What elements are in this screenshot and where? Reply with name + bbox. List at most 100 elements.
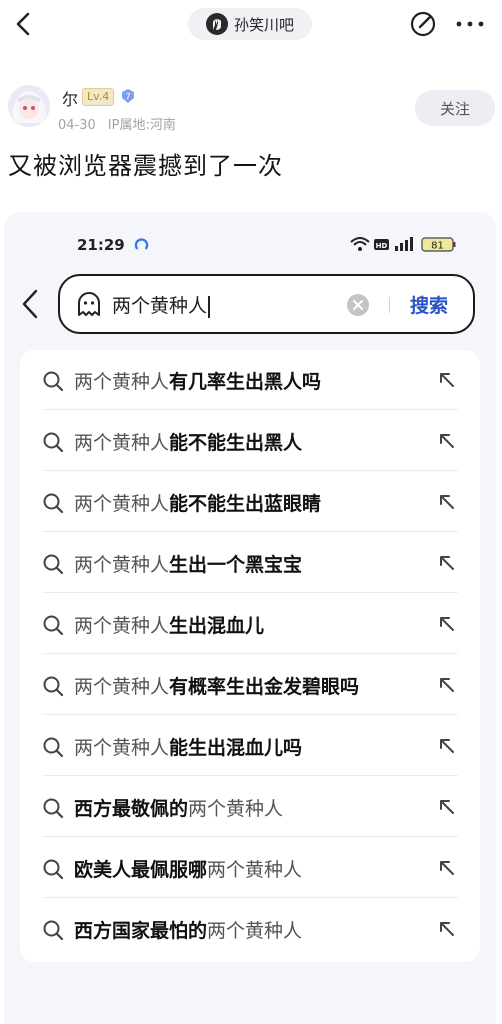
suggestion-completion: 西方最敬佩的 bbox=[74, 798, 189, 820]
fill-query-arrow-icon[interactable] bbox=[438, 920, 456, 938]
suggestion-query-part: 两个黄种人 bbox=[207, 859, 303, 881]
forum-name: 孙笑川吧 bbox=[233, 15, 294, 34]
row-divider bbox=[42, 653, 458, 654]
suggestion-item[interactable]: 两个黄种人有概率生出金发碧眼吗 bbox=[42, 655, 458, 715]
forum-avatar-icon bbox=[205, 13, 228, 35]
battery-icon: 81 bbox=[421, 237, 456, 252]
search-icon bbox=[43, 493, 64, 514]
row-divider bbox=[42, 775, 458, 776]
suggestion-completion: 有概率生出金发碧眼吗 bbox=[169, 676, 360, 698]
suggestion-item[interactable]: 两个黄种人有几率生出黑人吗 bbox=[42, 350, 458, 410]
suggestion-query-part: 两个黄种人 bbox=[188, 798, 284, 820]
fill-query-arrow-icon[interactable] bbox=[438, 554, 456, 572]
status-time: 21:29 bbox=[77, 236, 125, 254]
search-icon bbox=[43, 676, 64, 697]
suggestion-completion: 生出一个黑宝宝 bbox=[169, 554, 303, 576]
svg-text:81: 81 bbox=[431, 241, 444, 252]
fill-query-arrow-icon[interactable] bbox=[438, 432, 456, 450]
suggestion-text: 两个黄种人生出一个黑宝宝 bbox=[74, 550, 302, 577]
fill-query-arrow-icon[interactable] bbox=[438, 859, 456, 877]
search-input[interactable]: 两个黄种人 搜索 bbox=[58, 274, 475, 334]
search-icon bbox=[43, 371, 64, 392]
search-query: 两个黄种人 bbox=[112, 291, 210, 318]
divider bbox=[389, 297, 390, 313]
search-button[interactable]: 搜索 bbox=[410, 291, 448, 318]
suggestion-item[interactable]: 欧美人最佩服哪两个黄种人 bbox=[42, 838, 458, 898]
fill-query-arrow-icon[interactable] bbox=[438, 737, 456, 755]
suggestion-text: 两个黄种人能生出混血儿吗 bbox=[74, 733, 302, 760]
suggestion-completion: 能不能生出黑人 bbox=[169, 432, 303, 454]
suggestion-query-part: 两个黄种人 bbox=[74, 371, 170, 393]
suggestion-item[interactable]: 两个黄种人能生出混血儿吗 bbox=[42, 716, 458, 776]
suggestion-item[interactable]: 两个黄种人生出一个黑宝宝 bbox=[42, 533, 458, 593]
suggestion-text: 两个黄种人能不能生出蓝眼睛 bbox=[74, 489, 321, 516]
suggestion-list: 两个黄种人有几率生出黑人吗 两个黄种人能不能生出黑人 两个黄种人能不能生出蓝眼睛 两个… bbox=[20, 350, 480, 962]
follow-button[interactable]: 关注 bbox=[415, 90, 495, 126]
forum-chip[interactable]: 孙笑川吧 bbox=[188, 8, 312, 40]
verified-badge-icon: 7 bbox=[122, 89, 134, 103]
row-divider bbox=[42, 836, 458, 837]
suggestion-item[interactable]: 两个黄种人生出混血儿 bbox=[42, 594, 458, 654]
search-icon bbox=[43, 859, 64, 880]
ip-location: IP属地:河南 bbox=[107, 118, 176, 133]
search-icon bbox=[43, 432, 64, 453]
wifi-icon bbox=[350, 237, 370, 251]
row-divider bbox=[42, 897, 458, 898]
search-back-icon[interactable] bbox=[18, 287, 44, 321]
svg-text:HD: HD bbox=[376, 242, 388, 250]
suggestion-text: 两个黄种人有概率生出金发碧眼吗 bbox=[74, 672, 359, 699]
suggestion-query-part: 两个黄种人 bbox=[74, 615, 170, 637]
fill-query-arrow-icon[interactable] bbox=[438, 798, 456, 816]
suggestion-completion: 能不能生出蓝眼睛 bbox=[169, 493, 322, 515]
suggestion-item[interactable]: 两个黄种人能不能生出蓝眼睛 bbox=[42, 472, 458, 532]
row-divider bbox=[42, 470, 458, 471]
suggestion-query-part: 两个黄种人 bbox=[74, 737, 170, 759]
loading-icon bbox=[134, 238, 149, 250]
post-date: 04-30 bbox=[58, 118, 96, 133]
edit-icon[interactable] bbox=[408, 9, 438, 39]
suggestion-text: 两个黄种人生出混血儿 bbox=[74, 611, 264, 638]
more-icon[interactable] bbox=[452, 9, 488, 39]
status-icons: HD 81 bbox=[350, 237, 456, 252]
search-icon bbox=[43, 798, 64, 819]
text-caret bbox=[208, 295, 210, 318]
row-divider bbox=[42, 409, 458, 410]
suggestion-completion: 能生出混血儿吗 bbox=[169, 737, 303, 759]
clear-icon[interactable] bbox=[346, 293, 370, 317]
embedded-screenshot[interactable]: 21:29 HD 81 两个黄种人 搜索 两个黄种人有几率生出黑人吗 两个黄种人… bbox=[4, 212, 496, 1024]
row-divider bbox=[42, 714, 458, 715]
suggestion-query-part: 两个黄种人 bbox=[74, 554, 170, 576]
row-divider bbox=[42, 592, 458, 593]
hd-icon: HD bbox=[374, 239, 389, 250]
suggestion-text: 两个黄种人能不能生出黑人 bbox=[74, 428, 302, 455]
suggestion-completion: 有几率生出黑人吗 bbox=[169, 371, 322, 393]
search-icon bbox=[43, 737, 64, 758]
search-row: 两个黄种人 搜索 bbox=[4, 272, 496, 338]
author-name[interactable]: 尔 bbox=[62, 86, 78, 110]
fill-query-arrow-icon[interactable] bbox=[438, 615, 456, 633]
suggestion-query-part: 两个黄种人 bbox=[74, 676, 170, 698]
top-bar: 孙笑川吧 bbox=[0, 0, 502, 50]
suggestion-completion: 欧美人最佩服哪 bbox=[74, 859, 208, 881]
suggestion-query-part: 两个黄种人 bbox=[74, 493, 170, 515]
svg-text:7: 7 bbox=[125, 92, 130, 101]
suggestion-item[interactable]: 西方国家最怕的两个黄种人 bbox=[42, 899, 458, 959]
back-arrow-icon[interactable] bbox=[8, 8, 40, 40]
fill-query-arrow-icon[interactable] bbox=[438, 493, 456, 511]
ghost-icon bbox=[78, 292, 100, 316]
row-divider bbox=[42, 531, 458, 532]
level-badge: Lv.4 bbox=[82, 88, 115, 106]
suggestion-text: 西方国家最怕的两个黄种人 bbox=[74, 916, 302, 943]
search-icon bbox=[43, 554, 64, 575]
suggestion-text: 两个黄种人有几率生出黑人吗 bbox=[74, 367, 321, 394]
suggestion-query-part: 两个黄种人 bbox=[74, 432, 170, 454]
suggestion-completion: 生出混血儿 bbox=[169, 615, 265, 637]
avatar[interactable] bbox=[8, 85, 50, 127]
fill-query-arrow-icon[interactable] bbox=[438, 371, 456, 389]
suggestion-text: 西方最敬佩的两个黄种人 bbox=[74, 794, 283, 821]
suggestion-item[interactable]: 两个黄种人能不能生出黑人 bbox=[42, 411, 458, 471]
suggestion-completion: 西方国家最怕的 bbox=[74, 920, 208, 942]
fill-query-arrow-icon[interactable] bbox=[438, 676, 456, 694]
suggestion-item[interactable]: 西方最敬佩的两个黄种人 bbox=[42, 777, 458, 837]
post-meta: 04-30 IP属地:河南 bbox=[58, 114, 176, 133]
